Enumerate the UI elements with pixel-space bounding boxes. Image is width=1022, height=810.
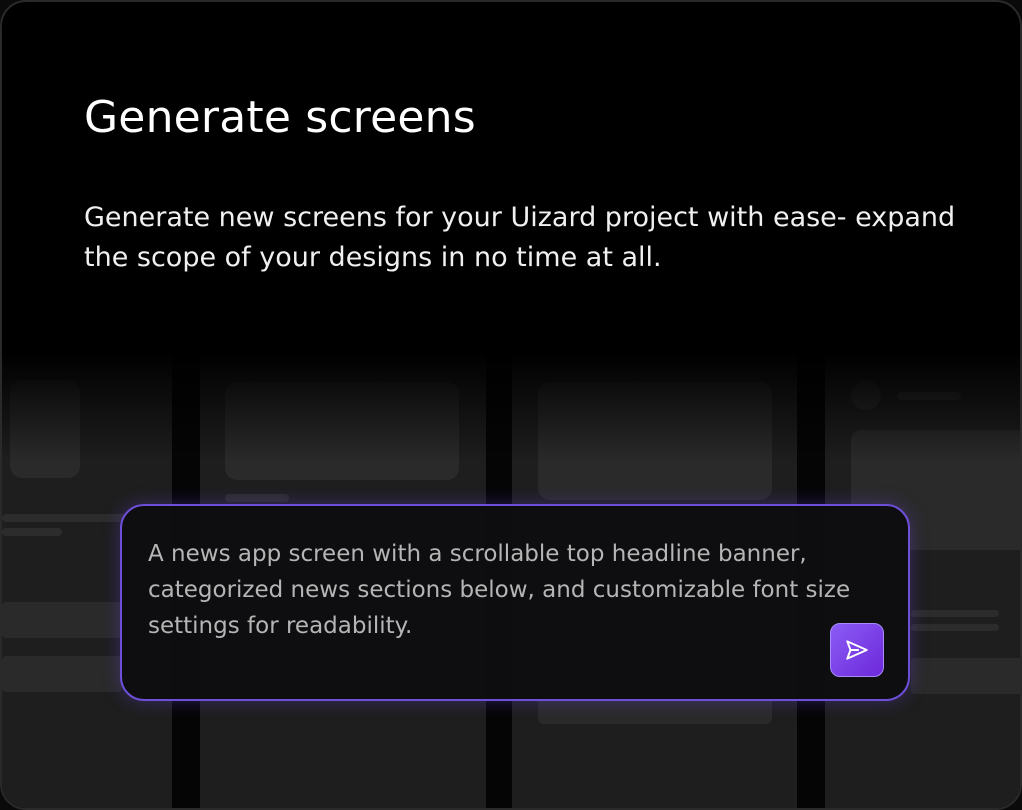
mock-line	[911, 624, 999, 631]
mock-card	[10, 380, 80, 478]
send-icon	[846, 640, 868, 660]
card-description: Generate new screens for your Uizard pro…	[84, 202, 956, 273]
mock-avatar	[851, 380, 881, 410]
prompt-text[interactable]: A news app screen with a scrollable top …	[148, 536, 868, 644]
mock-line	[225, 494, 289, 502]
mock-card	[2, 602, 122, 638]
mock-line	[911, 610, 999, 617]
mock-card	[911, 658, 1020, 694]
mock-line	[2, 528, 62, 536]
send-button[interactable]	[830, 623, 884, 677]
mock-line	[2, 514, 132, 522]
card-title: Generate screens	[84, 92, 476, 143]
prompt-input-box[interactable]: A news app screen with a scrollable top …	[120, 504, 910, 701]
feature-card: Generate screens Generate new screens fo…	[0, 0, 1022, 810]
mock-card	[2, 656, 122, 692]
mock-card	[538, 382, 772, 500]
mock-card	[225, 382, 459, 480]
mock-line	[897, 392, 961, 400]
